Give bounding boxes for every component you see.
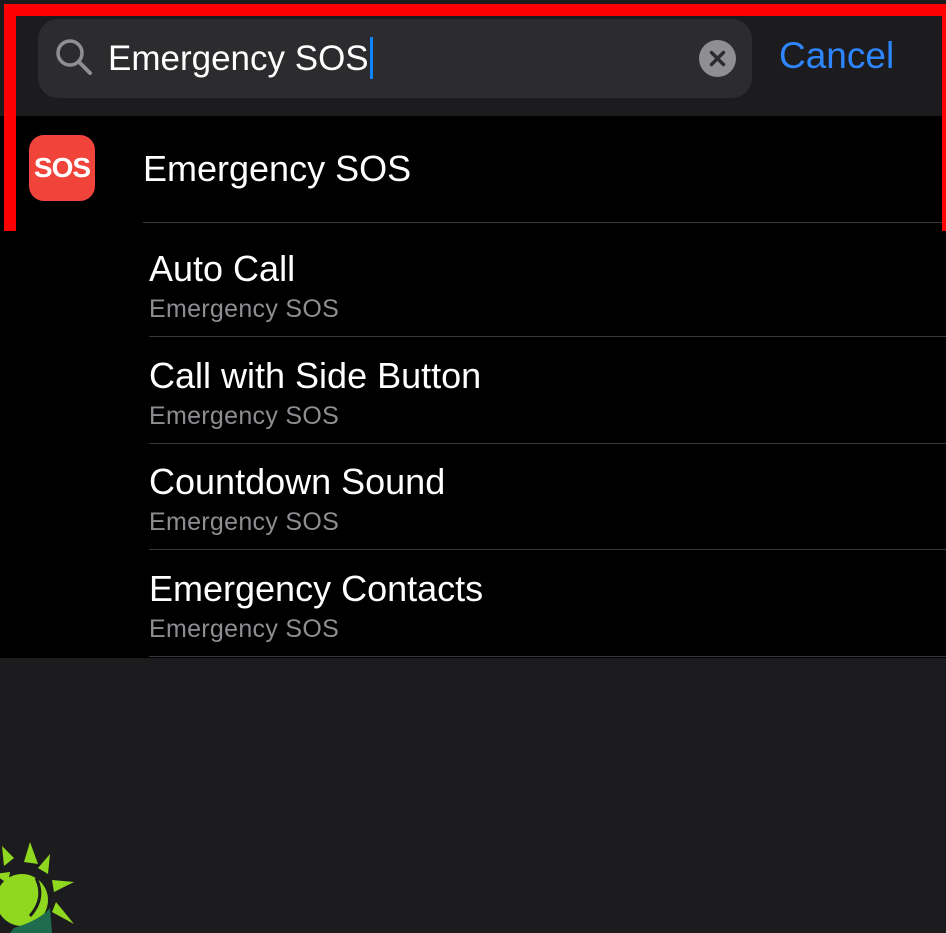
result-row-auto-call[interactable]: Auto Call Emergency SOS [0, 231, 946, 337]
settings-search-screen: Emergency SOS Cancel SOS Emergency SOS A… [0, 0, 946, 933]
result-title: Emergency Contacts [149, 568, 484, 609]
search-icon [56, 39, 92, 75]
result-subtitle: Emergency SOS [149, 508, 340, 536]
result-subtitle: Emergency SOS [149, 402, 340, 430]
sos-icon: SOS [29, 135, 95, 201]
sun-logo-icon [0, 842, 74, 933]
top-result-row-emergency-sos[interactable]: SOS Emergency SOS [0, 116, 946, 224]
search-top-block: Emergency SOS Cancel SOS Emergency SOS [0, 0, 946, 245]
result-row-call-with-side-button[interactable]: Call with Side Button Emergency SOS [0, 338, 946, 444]
result-title: Call with Side Button [149, 355, 482, 396]
row-divider [149, 656, 946, 657]
clear-search-button[interactable] [699, 40, 736, 77]
top-result-label: Emergency SOS [143, 148, 412, 189]
result-row-emergency-contacts[interactable]: Emergency Contacts Emergency SOS [0, 551, 946, 657]
result-subtitle: Emergency SOS [149, 295, 340, 323]
row-divider [143, 222, 946, 223]
result-row-countdown-sound[interactable]: Countdown Sound Emergency SOS [0, 444, 946, 550]
result-title: Countdown Sound [149, 461, 446, 502]
text-caret [369, 37, 373, 79]
result-subtitle: Emergency SOS [149, 615, 340, 643]
row-divider [149, 549, 946, 550]
search-query: Emergency SOS [108, 39, 369, 78]
search-input[interactable]: Emergency SOS [38, 19, 752, 98]
search-header: Emergency SOS Cancel [0, 0, 946, 116]
sos-icon-text: SOS [33, 152, 91, 183]
result-title: Auto Call [149, 248, 296, 289]
cancel-button[interactable]: Cancel [779, 35, 894, 77]
search-input-text[interactable]: Emergency SOS [108, 37, 373, 80]
close-icon [709, 50, 726, 67]
results-list: Auto Call Emergency SOS Call with Side B… [0, 231, 946, 658]
row-divider [149, 336, 946, 337]
